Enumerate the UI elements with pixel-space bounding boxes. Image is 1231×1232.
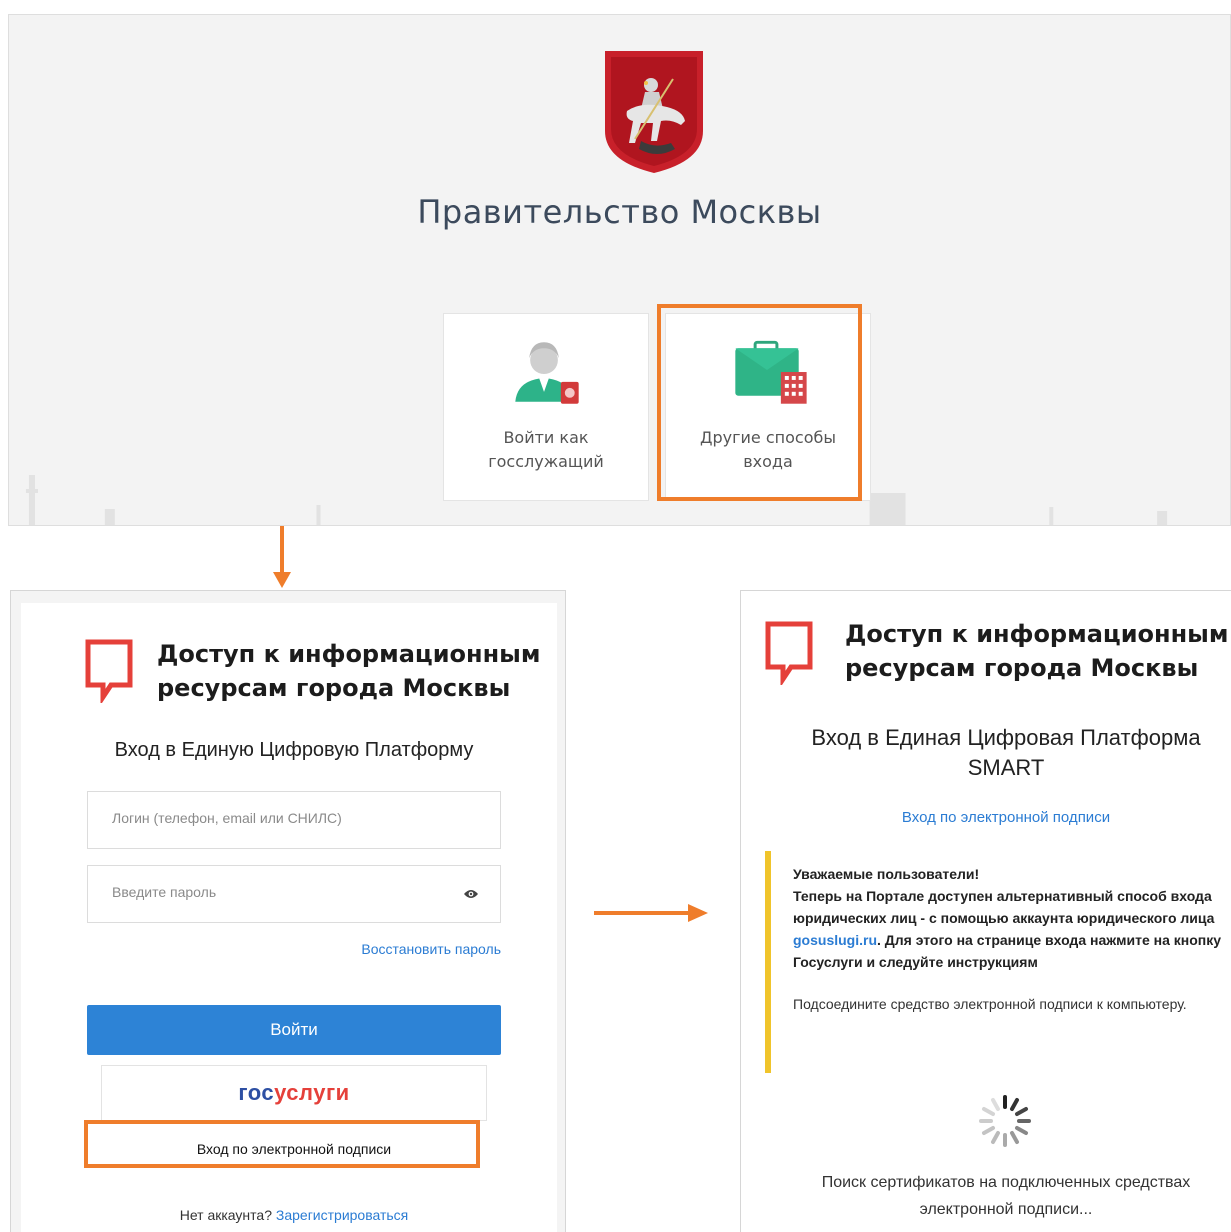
login-submit-button[interactable]: Войти <box>87 1005 501 1055</box>
spinner-icon <box>979 1095 1031 1147</box>
no-account-row: Нет аккаунта? Зарегистрироваться <box>21 1207 565 1223</box>
form-subtitle: Вход в Единая Цифровая Платформа SMART <box>811 725 1201 780</box>
form-subtitle: Вход в Единую Цифровую Платформу <box>114 739 474 761</box>
no-account-text: Нет аккаунта? <box>179 1207 272 1223</box>
forgot-password-link[interactable]: Восстановить пароль <box>361 941 501 957</box>
brand-title: Доступ к информационным ресурсам города … <box>157 640 541 702</box>
password-placeholder: Введите пароль <box>112 884 217 900</box>
eds-login-panel: Доступ к информационным ресурсам города … <box>740 590 1231 1232</box>
notice-hint: Подсоедините средство электронной подпис… <box>793 996 1187 1012</box>
notice-title: Уважаемые пользователи! <box>793 866 980 882</box>
moscow-coat-of-arms-icon <box>605 51 703 173</box>
gosuslugi-logo-part: услуги <box>274 1080 350 1105</box>
speech-bubble-logo-icon <box>765 621 813 685</box>
login-as-gov-employee-card[interactable]: Войти как госслужащий <box>443 313 649 501</box>
password-input[interactable]: Введите пароль <box>87 865 501 923</box>
brand-title: Доступ к информационным ресурсам города … <box>845 620 1229 682</box>
login-placeholder: Логин (телефон, email или СНИЛС) <box>112 810 342 826</box>
page-title: Правительство Москвы <box>417 193 822 231</box>
gov-employee-icon <box>515 342 579 404</box>
gosuslugi-logo-part: гос <box>238 1080 275 1105</box>
notice-text: Теперь на Портале доступен альтернативны… <box>793 888 1215 926</box>
card-label: Войти как госслужащий <box>488 428 604 471</box>
top-login-selection-panel: Правительство Москвы Войти как госслужащ… <box>8 14 1231 526</box>
speech-bubble-logo-icon <box>85 639 133 703</box>
arrow-right-icon <box>594 904 708 922</box>
eds-login-link[interactable]: Вход по электронной подписи <box>741 809 1231 826</box>
gosuslugi-login-button[interactable]: госуслуги <box>101 1065 487 1121</box>
highlight-frame <box>84 1120 480 1168</box>
highlight-frame <box>657 304 862 501</box>
notice-block: Уважаемые пользователи! Теперь на Портал… <box>765 851 1231 1073</box>
register-link[interactable]: Зарегистрироваться <box>276 1207 408 1223</box>
eye-icon[interactable] <box>464 888 478 900</box>
gosuslugi-link[interactable]: gosuslugi.ru <box>793 932 877 948</box>
certificate-search-status: Поиск сертификатов на подключенных средс… <box>821 1174 1191 1218</box>
arrow-down-icon <box>273 526 291 588</box>
login-input[interactable]: Логин (телефон, email или СНИЛС) <box>87 791 501 849</box>
